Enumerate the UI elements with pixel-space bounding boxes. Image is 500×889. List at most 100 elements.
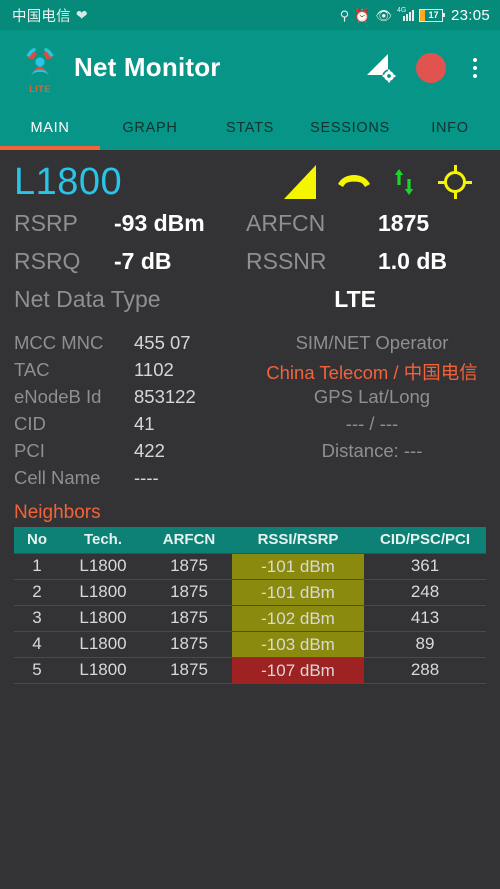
rsrp-metric: RSRP -93 dBm	[14, 210, 246, 237]
main-content: L1800 RSRP -93 dBm ARFCN 1875 RSRQ -7 dB…	[0, 150, 500, 684]
cell-rssi: -101 dBm	[232, 552, 364, 580]
rsrq-label: RSRQ	[14, 248, 81, 274]
rssnr-label: RSSNR	[246, 248, 327, 274]
operator-label: SIM/NET Operator	[295, 332, 449, 353]
arfcn-value: 1875	[378, 210, 430, 236]
mcc-mnc-label: MCC MNC	[14, 332, 104, 353]
rsrq-value: -7 dB	[114, 248, 172, 274]
rsrq-metric: RSRQ -7 dB	[14, 248, 246, 275]
tac-label: TAC	[14, 359, 50, 380]
rssnr-metric: RSSNR 1.0 dB	[246, 248, 447, 275]
info-row-enodeb-id: eNodeB Id 853122	[14, 386, 264, 413]
band-row: L1800	[14, 150, 486, 208]
overflow-menu-button[interactable]	[464, 53, 486, 83]
neighbors-table-body: 1 L1800 1875 -101 dBm 361 2 L1800 1875 -…	[14, 552, 486, 684]
status-bar-right: ⚲ ⏰ 👁 4G 17 23:05	[340, 7, 490, 24]
tab-bar: MAIN GRAPH STATS SESSIONS INFO	[0, 105, 500, 150]
band-name-label: L1800	[14, 160, 123, 203]
enodeb-id-value: 853122	[134, 386, 196, 407]
table-row[interactable]: 5 L1800 1875 -107 dBm 288	[14, 657, 486, 684]
battery-icon: 17	[418, 8, 445, 22]
rssi-chip: -107 dBm	[232, 657, 364, 683]
mcc-mnc-value: 455 07	[134, 332, 191, 353]
cell-rssi: -102 dBm	[232, 605, 364, 632]
operator-value: China Telecom / 中国电信	[266, 362, 478, 383]
cell-tech: L1800	[60, 631, 146, 658]
metrics-section: RSRP -93 dBm ARFCN 1875 RSRQ -7 dB RSSNR…	[14, 210, 486, 328]
app-screen: 中国电信 ❤ ⚲ ⏰ 👁 4G 17 23:05 LITE Net Monito…	[0, 0, 500, 889]
tab-info[interactable]: INFO	[400, 120, 500, 136]
data-updown-glyph	[394, 169, 414, 195]
app-bar: LITE Net Monitor	[0, 30, 500, 105]
cell-cid: 413	[364, 605, 486, 632]
cell-no: 4	[14, 631, 60, 658]
rssi-chip: -103 dBm	[232, 631, 364, 657]
column-header-cid: CID/PSC/PCI	[364, 527, 486, 553]
signal-4g-icon: 4G	[397, 7, 414, 22]
net-data-type-row: Net Data Type LTE	[14, 286, 486, 328]
column-header-rssi: RSSI/RSRP	[232, 527, 364, 553]
cell-rssi: -101 dBm	[232, 579, 364, 606]
logo-lite-label: LITE	[29, 83, 51, 94]
gps-label: GPS Lat/Long	[313, 386, 431, 407]
table-row[interactable]: 1 L1800 1875 -101 dBm 361	[14, 552, 486, 580]
app-logo-icon: LITE	[16, 42, 64, 94]
pci-label: PCI	[14, 440, 45, 461]
cell-info-right: SIM/NET Operator China Telecom / 中国电信 GP…	[264, 332, 486, 494]
cell-cid: 361	[364, 552, 486, 580]
info-row-mcc-mnc: MCC MNC 455 07	[14, 332, 264, 359]
info-row-tac: TAC 1102	[14, 359, 264, 386]
gps-ring	[444, 171, 466, 193]
battery-level-label: 17	[428, 9, 439, 20]
record-button[interactable]	[416, 52, 446, 83]
column-header-arfcn: ARFCN	[146, 527, 232, 553]
heart-icon: ❤	[75, 7, 88, 23]
phone-hangup-icon	[336, 168, 372, 197]
column-header-tech: Tech.	[60, 527, 146, 553]
app-title: Net Monitor	[74, 52, 221, 82]
cell-arfcn: 1875	[146, 631, 232, 658]
cell-arfcn: 1875	[146, 605, 232, 632]
gps-crosshair-icon	[438, 165, 472, 199]
signal-settings-icon	[367, 53, 396, 83]
tab-sessions[interactable]: SESSIONS	[300, 120, 400, 136]
table-row[interactable]: 3 L1800 1875 -102 dBm 413	[14, 605, 486, 632]
tab-main[interactable]: MAIN	[0, 120, 100, 136]
cell-info-section: MCC MNC 455 07 TAC 1102 eNodeB Id 853122…	[14, 332, 486, 494]
cell-no: 3	[14, 605, 60, 632]
info-row-pci: PCI 422	[14, 440, 264, 467]
metrics-row-2: RSRQ -7 dB RSSNR 1.0 dB	[14, 248, 486, 286]
rssi-chip: -101 dBm	[232, 579, 364, 605]
cell-name-label: Cell Name	[14, 467, 101, 488]
tab-graph[interactable]: GRAPH	[100, 120, 200, 136]
cell-rssi: -107 dBm	[232, 657, 364, 684]
signal-bars	[402, 10, 414, 21]
cell-name-value: ----	[134, 467, 159, 488]
rsrp-label: RSRP	[14, 210, 78, 236]
cell-no: 2	[14, 579, 60, 606]
rssi-chip: -102 dBm	[232, 605, 364, 631]
clock-label: 23:05	[450, 6, 490, 24]
cell-tech: L1800	[60, 657, 146, 684]
cell-rssi: -103 dBm	[232, 631, 364, 658]
column-header-no: No	[14, 527, 60, 553]
distance-label: Distance: ---	[321, 440, 423, 461]
carrier-label: 中国电信	[12, 8, 71, 25]
signal-settings-button[interactable]	[364, 52, 398, 84]
arfcn-label: ARFCN	[246, 210, 326, 236]
metrics-row-1: RSRP -93 dBm ARFCN 1875	[14, 210, 486, 248]
status-icon-row	[284, 165, 486, 199]
arfcn-metric: ARFCN 1875	[246, 210, 429, 237]
cell-cid: 89	[364, 631, 486, 658]
table-row[interactable]: 4 L1800 1875 -103 dBm 89	[14, 631, 486, 658]
rsrp-value: -93 dBm	[114, 210, 205, 236]
status-bar: 中国电信 ❤ ⚲ ⏰ 👁 4G 17 23:05	[0, 0, 500, 30]
status-bar-left: 中国电信 ❤	[12, 5, 88, 26]
cell-tech: L1800	[60, 579, 146, 606]
cell-cid: 248	[364, 579, 486, 606]
neighbors-table-head: No Tech. ARFCN RSSI/RSRP CID/PSC/PCI	[14, 527, 486, 553]
info-row-cell-name: Cell Name ----	[14, 467, 264, 494]
tab-stats[interactable]: STATS	[200, 120, 300, 136]
table-row[interactable]: 2 L1800 1875 -101 dBm 248	[14, 579, 486, 606]
eye-icon: 👁	[375, 7, 392, 23]
